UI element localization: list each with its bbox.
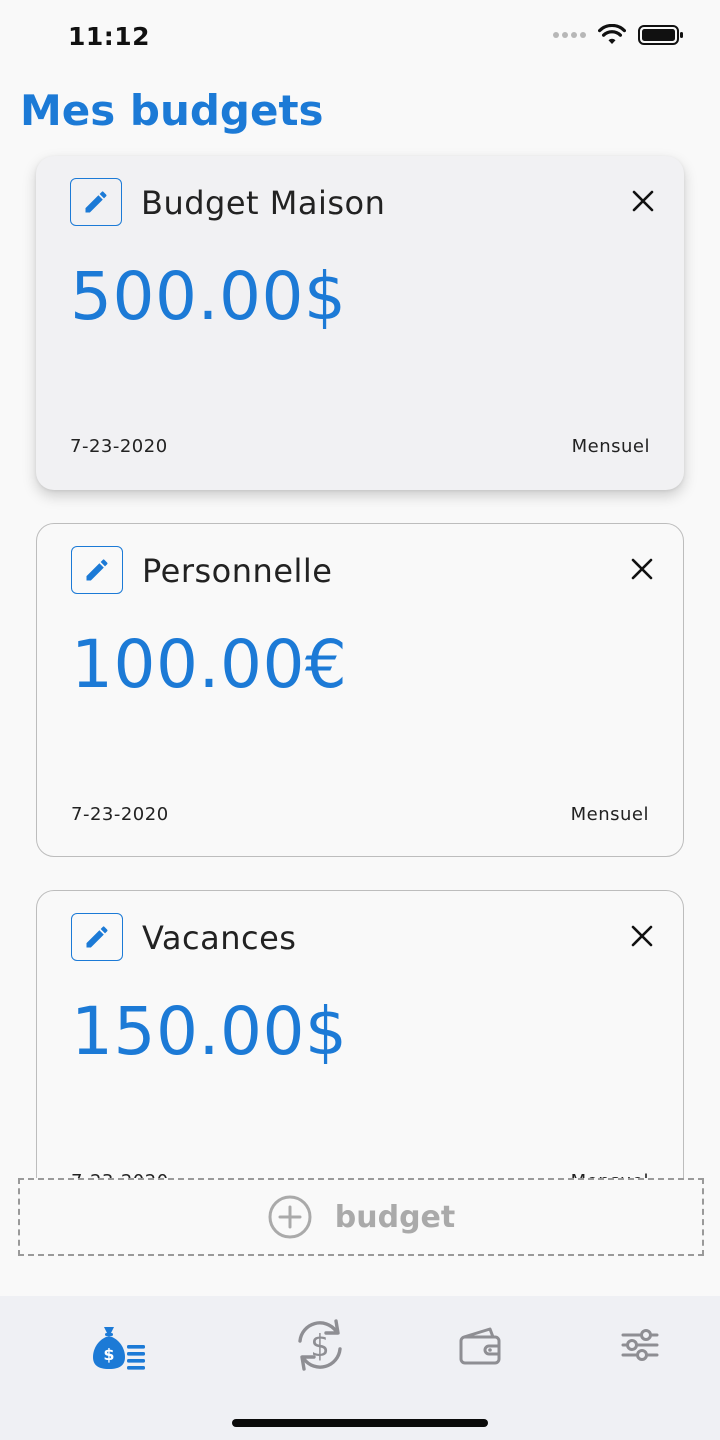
currency-exchange-icon: $ — [298, 1319, 342, 1371]
tab-settings[interactable] — [600, 1310, 680, 1380]
edit-button[interactable] — [70, 178, 122, 226]
budget-card[interactable]: Vacances 150.00$ 7-23-2020 Mensuel — [36, 890, 684, 1224]
budget-list: Budget Maison 500.00$ 7-23-2020 Mensuel … — [0, 0, 720, 1300]
home-indicator — [232, 1419, 488, 1427]
budget-period: Mensuel — [571, 436, 650, 457]
delete-button[interactable] — [630, 188, 656, 214]
budget-name: Vacances — [142, 919, 297, 957]
close-icon — [632, 190, 654, 212]
budget-date: 7-23-2020 — [70, 436, 168, 457]
pencil-icon — [86, 926, 108, 948]
budget-name: Budget Maison — [141, 184, 386, 222]
budget-period: Mensuel — [570, 804, 649, 825]
budget-card[interactable]: Personnelle 100.00€ 7-23-2020 Mensuel — [36, 523, 684, 857]
budget-date: 7-23-2020 — [71, 804, 169, 825]
edit-button[interactable] — [71, 913, 123, 961]
budget-name: Personnelle — [142, 552, 333, 590]
pencil-icon — [86, 559, 108, 581]
budget-amount: 100.00€ — [71, 626, 348, 703]
money-bag-list-icon: $ — [93, 1327, 145, 1370]
tab-wallet[interactable] — [440, 1310, 520, 1380]
tab-budgets[interactable]: $ — [80, 1310, 160, 1380]
tab-transactions[interactable]: $ — [280, 1310, 360, 1380]
add-budget-label: budget — [334, 1199, 456, 1235]
delete-button[interactable] — [629, 923, 655, 949]
sliders-icon — [621, 1329, 659, 1361]
plus-circle-icon — [268, 1195, 312, 1239]
svg-text:$: $ — [310, 1329, 329, 1364]
edit-button[interactable] — [71, 546, 123, 594]
delete-button[interactable] — [629, 556, 655, 582]
add-budget-button[interactable]: budget — [18, 1178, 704, 1256]
wallet-icon — [459, 1327, 501, 1365]
svg-text:$: $ — [103, 1345, 114, 1364]
close-icon — [631, 558, 653, 580]
budget-amount: 500.00$ — [70, 258, 347, 335]
budget-card[interactable]: Budget Maison 500.00$ 7-23-2020 Mensuel — [36, 156, 684, 490]
budget-amount: 150.00$ — [71, 993, 348, 1070]
close-icon — [631, 925, 653, 947]
pencil-icon — [85, 191, 107, 213]
